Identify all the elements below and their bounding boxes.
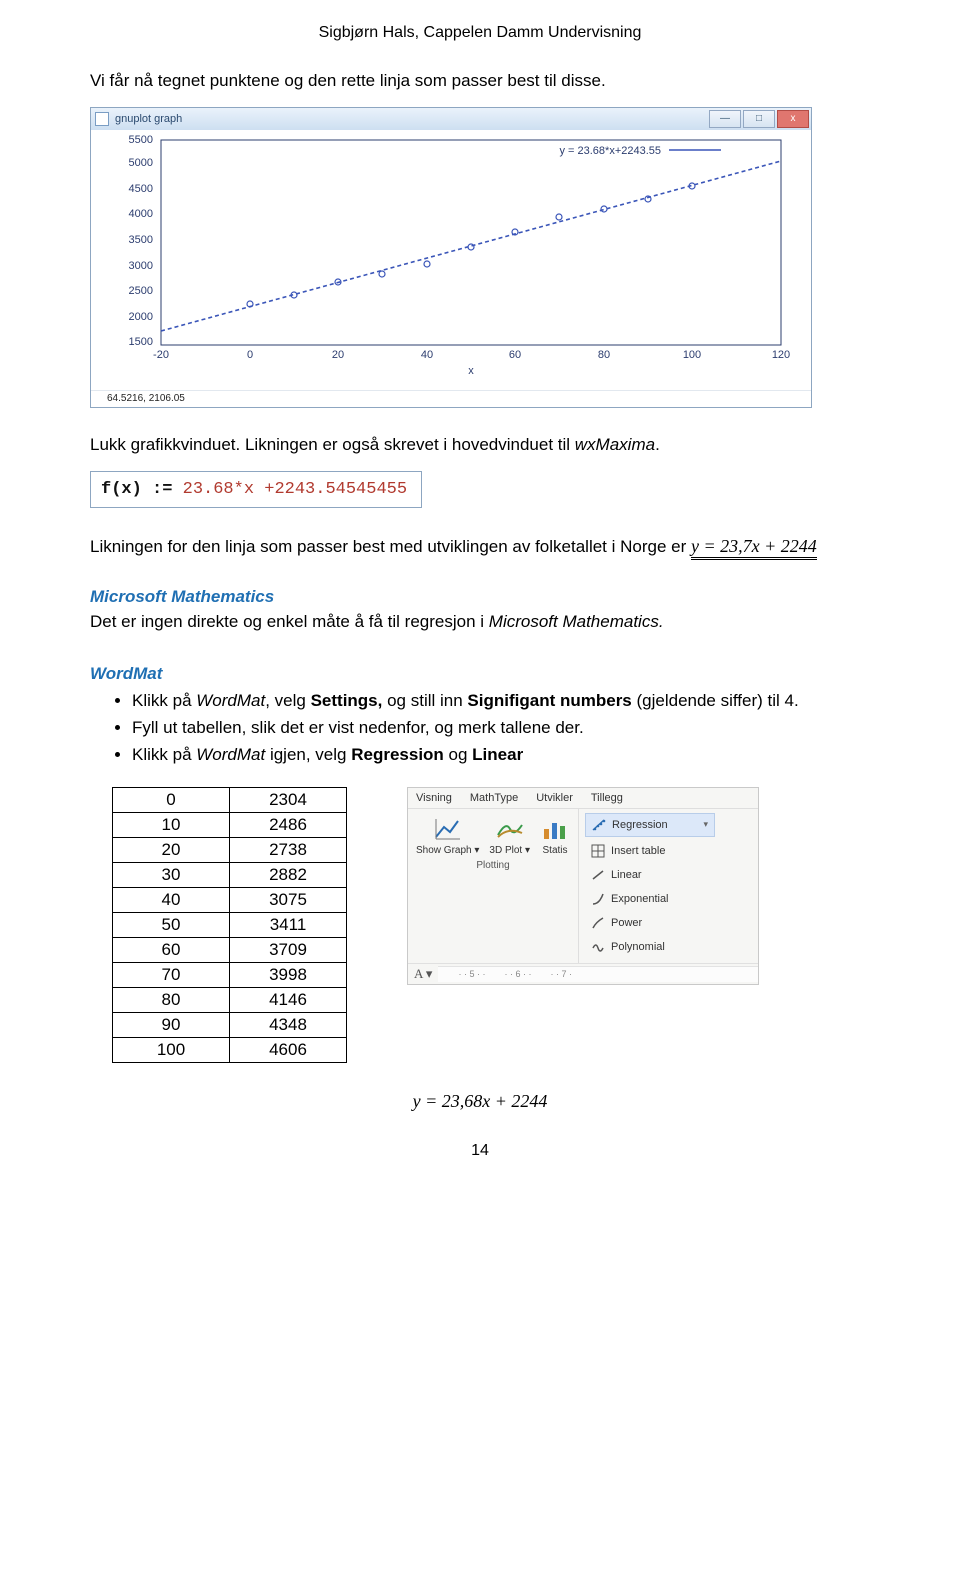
surface-3d-icon — [495, 815, 525, 843]
chart-legend-text: y = 23.68*x+2243.55 — [559, 145, 661, 157]
equation-paragraph: Likningen for den linja som passer best … — [90, 536, 870, 557]
maximize-button[interactable]: □ — [743, 110, 775, 128]
power-icon — [591, 916, 605, 930]
data-table: 0230410248620273830288240307550341160370… — [112, 787, 347, 1063]
svg-text:-20: -20 — [153, 349, 169, 361]
bar-chart-icon — [540, 815, 570, 843]
statistics-button[interactable]: Statis — [540, 815, 570, 856]
page-number: 14 — [90, 1142, 870, 1160]
svg-text:20: 20 — [332, 349, 344, 361]
svg-text:5500: 5500 — [129, 134, 153, 146]
svg-text:40: 40 — [421, 349, 433, 361]
chevron-down-icon: ▾ — [525, 845, 530, 856]
show-graph-button[interactable]: Show Graph ▾ — [416, 815, 479, 856]
svg-text:3500: 3500 — [129, 234, 153, 246]
page-header: Sigbjørn Hals, Cappelen Damm Undervisnin… — [90, 24, 870, 42]
window-title: gnuplot graph — [115, 113, 182, 125]
font-dropdown[interactable]: A ▾ — [408, 964, 438, 984]
table-row: 02304 — [113, 787, 347, 812]
svg-text:2500: 2500 — [129, 285, 153, 297]
list-item: Fyll ut tabellen, slik det er vist neden… — [132, 717, 870, 740]
ribbon-tab[interactable]: Tillegg — [591, 792, 623, 804]
wordmat-instructions: Klikk på WordMat, velg Settings, og stil… — [90, 690, 870, 767]
svg-text:120: 120 — [772, 349, 790, 361]
table-row: 302882 — [113, 862, 347, 887]
code-output: f(x) := 23.68*x +2243.54545455 — [90, 471, 422, 508]
chevron-down-icon: ▾ — [703, 819, 708, 830]
svg-text:2000: 2000 — [129, 311, 153, 323]
regression-icon — [592, 818, 606, 832]
equation-formula: y = 23,7x + 2244 — [691, 536, 817, 560]
linear-icon — [591, 868, 605, 882]
table-row: 703998 — [113, 962, 347, 987]
svg-text:60: 60 — [509, 349, 521, 361]
table-icon — [591, 844, 605, 858]
gnuplot-window: gnuplot graph — □ x 1500 2000 2500 3000 — [90, 107, 812, 408]
table-row: 102486 — [113, 812, 347, 837]
intro-text: Vi får nå tegnet punktene og den rette l… — [90, 70, 870, 93]
svg-text:1500: 1500 — [129, 336, 153, 348]
table-row: 804146 — [113, 987, 347, 1012]
ruler: · · 5 · · · · 6 · · · · 7 · — [438, 966, 758, 982]
plot-statusbar: 64.5216, 2106.05 — [91, 390, 811, 407]
svg-text:4000: 4000 — [129, 208, 153, 220]
svg-text:3000: 3000 — [129, 260, 153, 272]
chart-line-icon — [433, 815, 463, 843]
menu-polynomial[interactable]: Polynomial — [585, 935, 715, 959]
list-item: Klikk på WordMat igjen, velg Regression … — [132, 744, 870, 767]
chart-area: 1500 2000 2500 3000 3500 4000 4500 5000 … — [91, 130, 811, 390]
list-item: Klikk på WordMat, velg Settings, og stil… — [132, 690, 870, 713]
3d-plot-button[interactable]: 3D Plot ▾ — [489, 815, 530, 856]
svg-text:100: 100 — [683, 349, 701, 361]
svg-text:5000: 5000 — [129, 157, 153, 169]
menu-power[interactable]: Power — [585, 911, 715, 935]
ribbon-group-label: Plotting — [416, 860, 570, 871]
menu-insert-table[interactable]: Insert table — [585, 839, 715, 863]
ribbon-tab[interactable]: Utvikler — [536, 792, 573, 804]
after-plot-text: Lukk grafikkvinduet. Likningen er også s… — [90, 434, 870, 457]
menu-linear[interactable]: Linear — [585, 863, 715, 887]
window-titlebar[interactable]: gnuplot graph — □ x — [91, 108, 811, 130]
table-row: 503411 — [113, 912, 347, 937]
table-row: 1004606 — [113, 1037, 347, 1062]
minimize-button[interactable]: — — [709, 110, 741, 128]
table-row: 904348 — [113, 1012, 347, 1037]
svg-text:4500: 4500 — [129, 183, 153, 195]
app-icon — [95, 112, 109, 126]
regression-dropdown[interactable]: Regression ▾ — [585, 813, 715, 837]
ribbon-tab[interactable]: MathType — [470, 792, 518, 804]
ms-mathematics-heading: Microsoft Mathematics — [90, 587, 870, 607]
result-equation: y = 23,68x + 2244 — [90, 1091, 870, 1112]
polynomial-icon — [591, 940, 605, 954]
table-row: 403075 — [113, 887, 347, 912]
table-row: 202738 — [113, 837, 347, 862]
wordmat-heading: WordMat — [90, 664, 870, 684]
exponential-icon — [591, 892, 605, 906]
svg-text:x: x — [468, 365, 474, 377]
ribbon-tab[interactable]: Visning — [416, 792, 452, 804]
word-ribbon: Visning MathType Utvikler Tillegg Show G… — [407, 787, 759, 985]
close-button[interactable]: x — [777, 110, 809, 128]
menu-exponential[interactable]: Exponential — [585, 887, 715, 911]
table-row: 603709 — [113, 937, 347, 962]
svg-text:0: 0 — [247, 349, 253, 361]
ms-mathematics-text: Det er ingen direkte og enkel måte å få … — [90, 611, 870, 634]
chevron-down-icon: ▾ — [474, 845, 479, 856]
svg-text:80: 80 — [598, 349, 610, 361]
